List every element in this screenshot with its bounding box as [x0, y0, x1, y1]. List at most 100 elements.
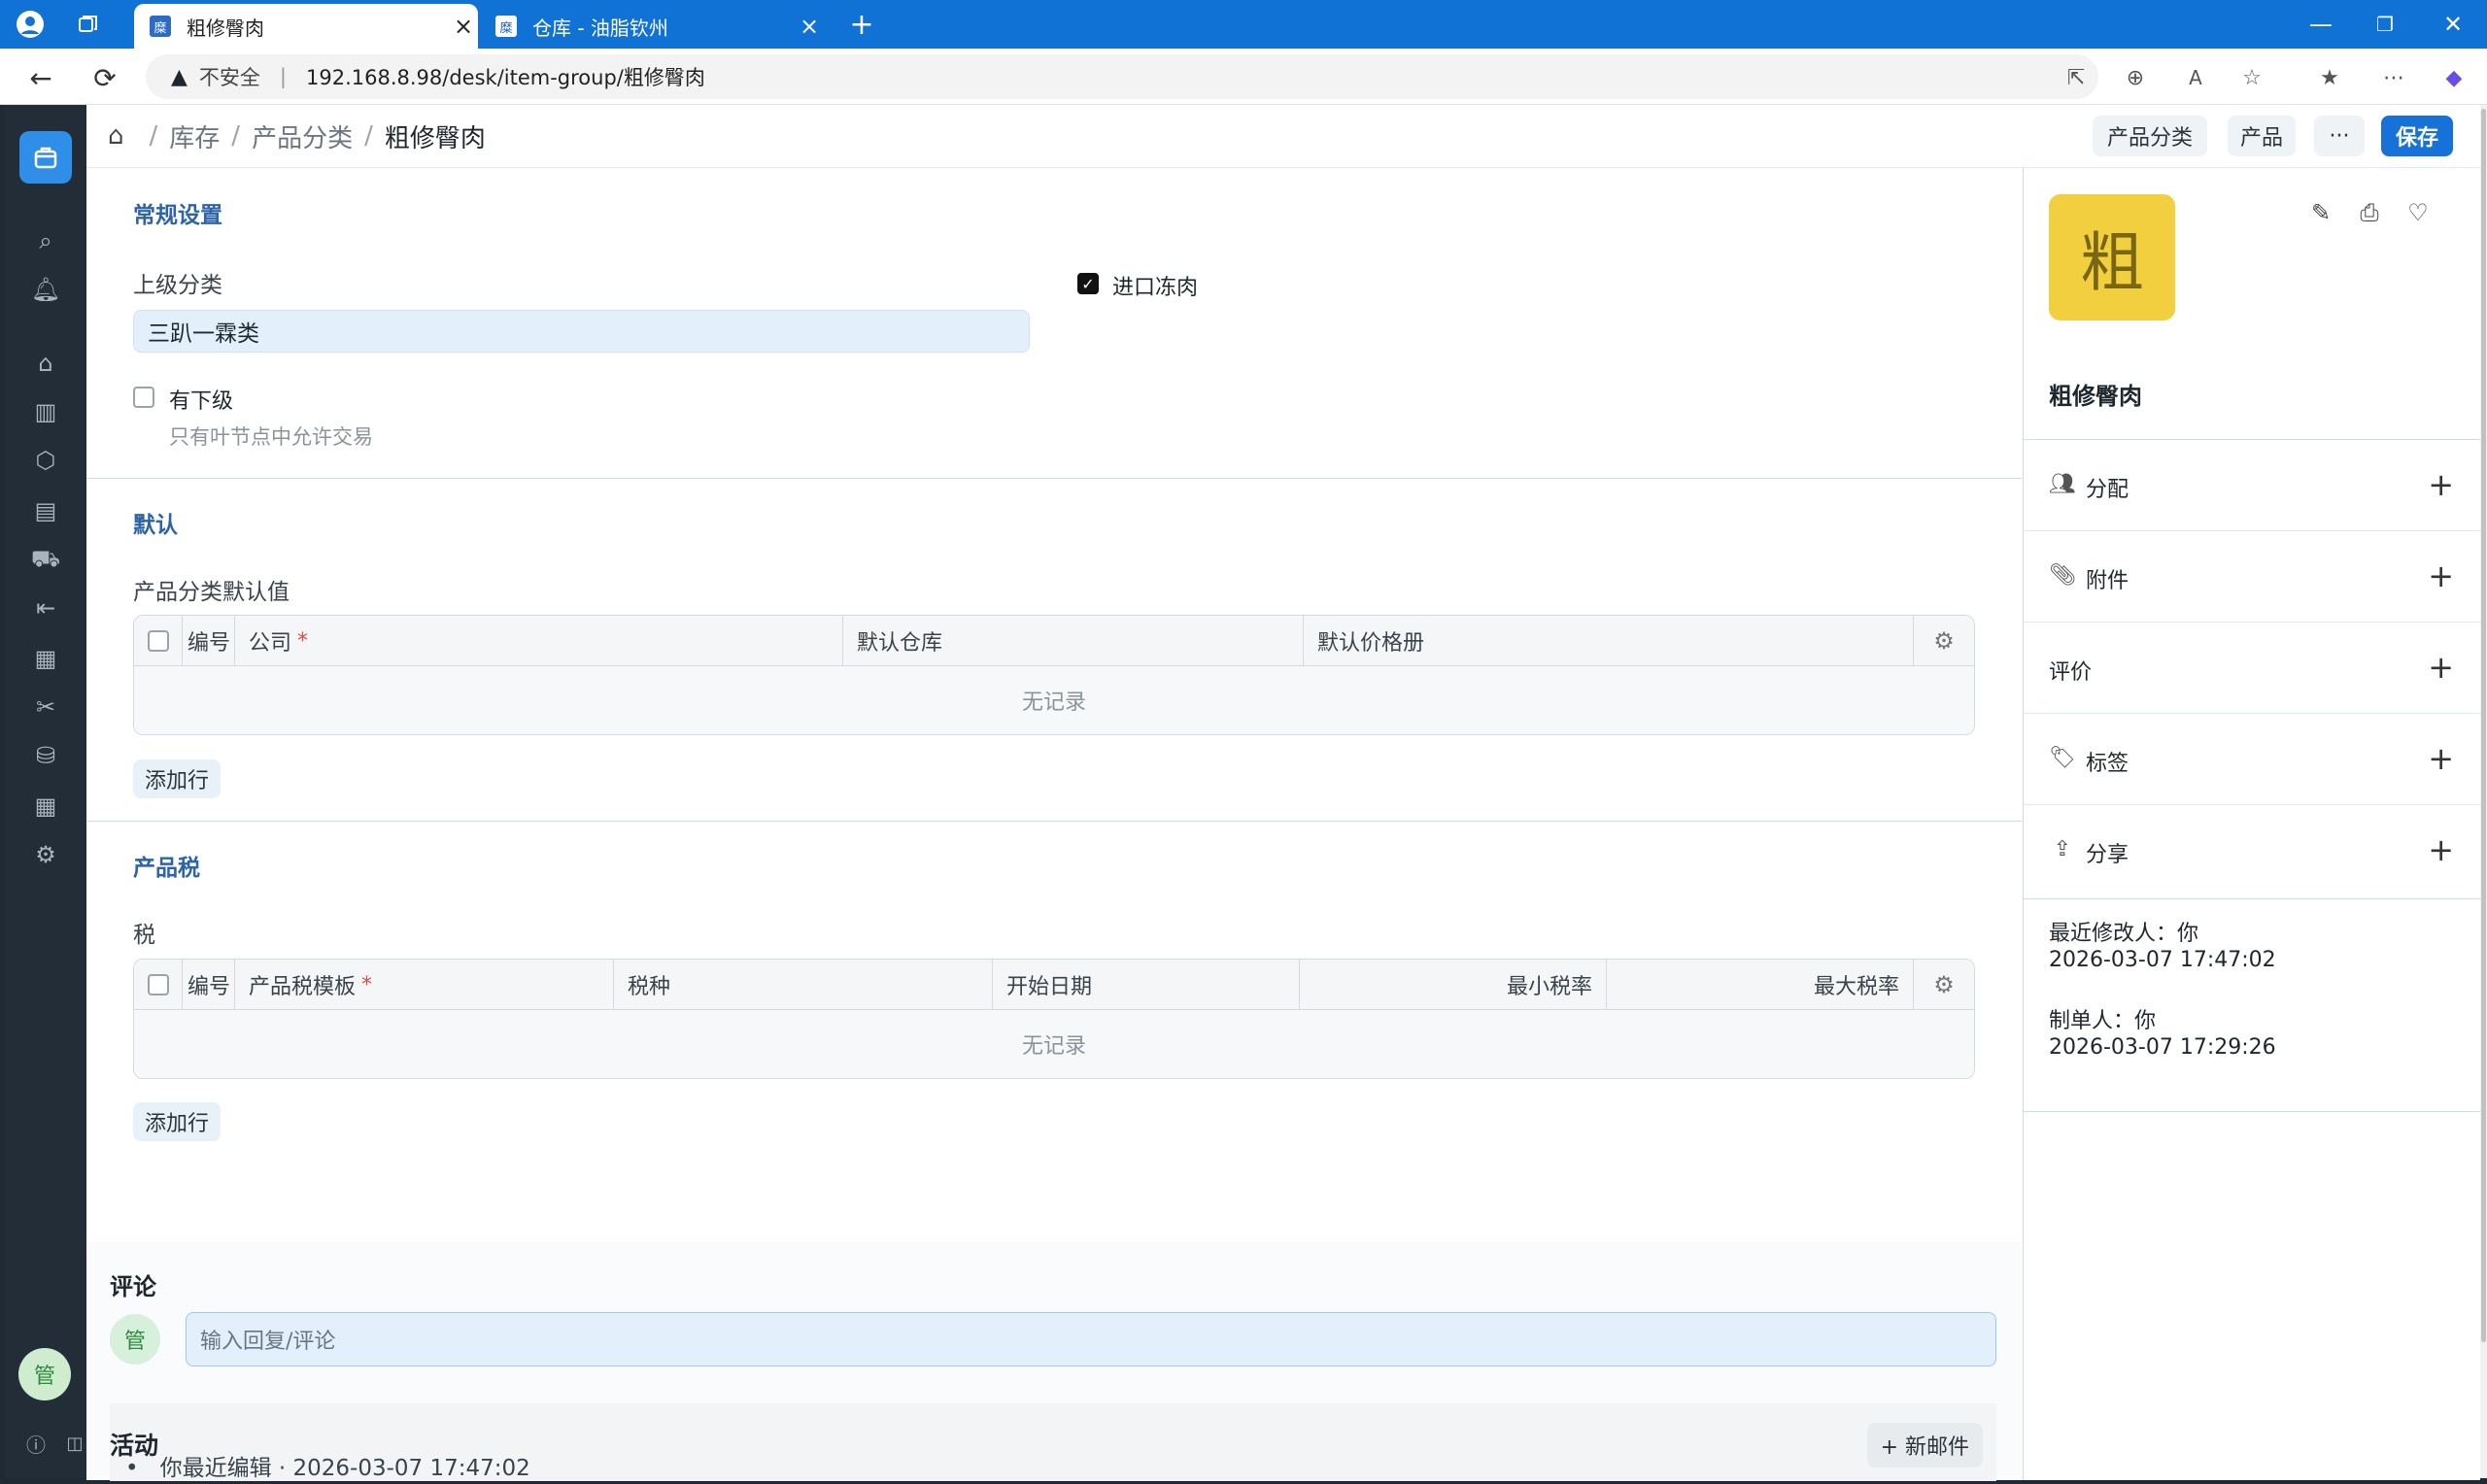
- comment-avatar: 管: [110, 1314, 160, 1365]
- heart-icon[interactable]: ♡: [2402, 197, 2434, 228]
- breadcrumb-separator: /: [364, 121, 373, 151]
- share-row[interactable]: ⇪ 分享 +: [2024, 806, 2481, 897]
- address-bar: ← ⟳ ▲ 不安全 | 192.168.8.98/desk/item-group…: [0, 49, 2487, 105]
- add-assign-icon[interactable]: +: [2428, 466, 2454, 503]
- copilot-icon[interactable]: ◆: [2438, 62, 2470, 93]
- workspaces-icon[interactable]: [74, 10, 103, 39]
- reload-icon[interactable]: ⟳: [85, 58, 124, 97]
- document-icon[interactable]: ▤: [28, 493, 63, 528]
- tab-close-icon[interactable]: ×: [795, 13, 824, 40]
- new-tab-icon[interactable]: +: [847, 8, 876, 42]
- app-logo-icon[interactable]: [19, 131, 72, 184]
- truck-icon[interactable]: ⛟: [28, 542, 63, 577]
- tools-icon[interactable]: ✂: [28, 690, 63, 725]
- info-icon[interactable]: ⓘ: [18, 1426, 53, 1461]
- defaults-add-row-button[interactable]: 添加行: [133, 759, 221, 798]
- is-group-hint: 只有叶节点中允许交易: [169, 425, 373, 449]
- table-icon[interactable]: ▦: [28, 789, 63, 824]
- document-avatar: 粗: [2049, 194, 2175, 320]
- add-tag-icon[interactable]: +: [2428, 740, 2454, 777]
- comment-input[interactable]: 输入回复/评论: [186, 1312, 1996, 1366]
- reviews-row[interactable]: 评价 +: [2024, 624, 2481, 715]
- open-in-app-icon[interactable]: ⇱: [2061, 62, 2092, 93]
- tags-row[interactable]: 🏷︎ 标签 +: [2024, 715, 2481, 806]
- paperclip-icon: 📎︎: [2049, 562, 2076, 588]
- select-all-checkbox[interactable]: [147, 974, 169, 995]
- required-mark: *: [361, 972, 373, 997]
- chart-icon[interactable]: ▥: [28, 394, 63, 429]
- url-field[interactable]: ▲ 不安全 | 192.168.8.98/desk/item-group/粗修臀…: [146, 54, 2098, 99]
- save-button[interactable]: 保存: [2381, 116, 2453, 156]
- is-group-checkbox[interactable]: [133, 387, 154, 408]
- read-aloud-icon[interactable]: A: [2180, 62, 2211, 93]
- warning-icon: ▲: [171, 64, 187, 89]
- assign-row[interactable]: 👥︎ 分配 +: [2024, 441, 2481, 532]
- favorite-star-icon[interactable]: ☆: [2236, 62, 2267, 93]
- tax-table: 编号 产品税模板 * 税种 开始日期 最小税率 最大税率 ⚙ 无记录: [133, 959, 1975, 1079]
- edit-icon[interactable]: ✎: [2305, 197, 2336, 228]
- favorites-icon[interactable]: ★: [2314, 62, 2345, 93]
- tab-title: 粗修臀肉: [187, 16, 264, 40]
- activity-item-text: 你最近编辑 · 2026-03-07 17:47:02: [159, 1456, 530, 1481]
- form-sidebar: 粗 ✎ ⎙ ♡ 粗修臀肉 👥︎ 分配 + 📎︎ 附件 + 评价 + 🏷︎ 标签 …: [2023, 168, 2481, 1480]
- breadcrumb-stock[interactable]: 库存: [169, 118, 220, 154]
- tab-close-icon[interactable]: ×: [449, 13, 478, 40]
- panel-divider: [2024, 804, 2481, 805]
- modified-by: 最近修改人：你: [2049, 922, 2199, 946]
- zoom-icon[interactable]: ⊕: [2120, 62, 2151, 93]
- tab-favicon-icon: 糜: [150, 16, 171, 37]
- sidebar-toggle-icon[interactable]: ◫: [65, 1426, 85, 1461]
- attachments-row[interactable]: 📎︎ 附件 +: [2024, 532, 2481, 624]
- activity-item: • 你最近编辑 · 2026-03-07 17:47:02: [125, 1449, 530, 1482]
- url-text: 192.168.8.98/desk/item-group/粗修臀肉: [306, 66, 705, 89]
- section-title-defaults[interactable]: 默认: [133, 506, 178, 539]
- tax-add-row-button[interactable]: 添加行: [133, 1102, 221, 1141]
- defaults-table: 编号 公司 * 默认仓库 默认价格册 ⚙ 无记录: [133, 615, 1975, 735]
- tag-icon: 🏷︎: [2049, 745, 2076, 770]
- select-all-checkbox[interactable]: [147, 630, 169, 652]
- table-settings-icon[interactable]: ⚙: [1914, 616, 1974, 666]
- settings-icon[interactable]: ⚙: [28, 837, 63, 872]
- section-divider: [86, 821, 2022, 822]
- add-review-icon[interactable]: +: [2428, 649, 2454, 686]
- form-area: 常规设置 上级分类 三趴一霖类 ✓ 进口冻肉 有下级 只有叶节点中允许交易 默认…: [86, 168, 2022, 1481]
- breadcrumb-item-group[interactable]: 产品分类: [252, 118, 353, 154]
- bell-icon[interactable]: 🔔︎: [28, 272, 63, 307]
- database-icon[interactable]: ⛁: [28, 738, 63, 773]
- home-icon[interactable]: ⌂: [108, 121, 124, 151]
- col-min-rate: 最小税率: [1300, 960, 1607, 1010]
- restore-icon[interactable]: ❐: [2351, 0, 2419, 49]
- item-button[interactable]: 产品: [2228, 116, 2296, 156]
- collapse-left-icon[interactable]: ⇤: [28, 590, 63, 625]
- item-group-button[interactable]: 产品分类: [2093, 116, 2207, 156]
- tab-warehouse[interactable]: 糜 仓库 - 油脂钦州 ×: [480, 4, 824, 49]
- panel-divider: [2024, 622, 2481, 623]
- minimize-icon[interactable]: —: [2287, 0, 2355, 49]
- search-icon[interactable]: ⌕: [28, 223, 63, 258]
- window-close-icon[interactable]: ✕: [2419, 0, 2487, 49]
- add-share-icon[interactable]: +: [2428, 831, 2454, 868]
- new-email-button[interactable]: + 新邮件: [1866, 1423, 1983, 1467]
- col-valid-from: 开始日期: [993, 960, 1300, 1010]
- section-title-tax[interactable]: 产品税: [133, 849, 200, 882]
- user-avatar[interactable]: 管: [18, 1348, 71, 1400]
- browser-menu-icon[interactable]: ⋯: [2378, 62, 2409, 93]
- tab-item-group[interactable]: 糜 粗修臀肉 ×: [134, 4, 478, 49]
- parent-group-input[interactable]: 三趴一霖类: [133, 310, 1030, 353]
- scrollbar-thumb[interactable]: [2481, 109, 2486, 1342]
- home-icon[interactable]: ⌂: [28, 346, 63, 381]
- bank-icon[interactable]: ▦: [28, 641, 63, 676]
- select-all-cell: [134, 616, 183, 666]
- print-icon[interactable]: ⎙: [2354, 197, 2385, 228]
- add-attachment-icon[interactable]: +: [2428, 557, 2454, 594]
- table-settings-icon[interactable]: ⚙: [1914, 960, 1974, 1010]
- more-actions-button[interactable]: ···: [2314, 116, 2365, 156]
- tax-table-label: 税: [133, 923, 155, 948]
- section-title-general[interactable]: 常规设置: [133, 196, 222, 229]
- back-icon[interactable]: ←: [21, 58, 60, 97]
- profile-icon[interactable]: [16, 10, 45, 39]
- col-tax-template-label: 产品税模板: [249, 975, 357, 999]
- imported-frozen-checkbox[interactable]: ✓: [1077, 273, 1099, 294]
- table-empty-state: 无记录: [134, 1010, 1974, 1078]
- box-icon[interactable]: ⬡: [28, 443, 63, 478]
